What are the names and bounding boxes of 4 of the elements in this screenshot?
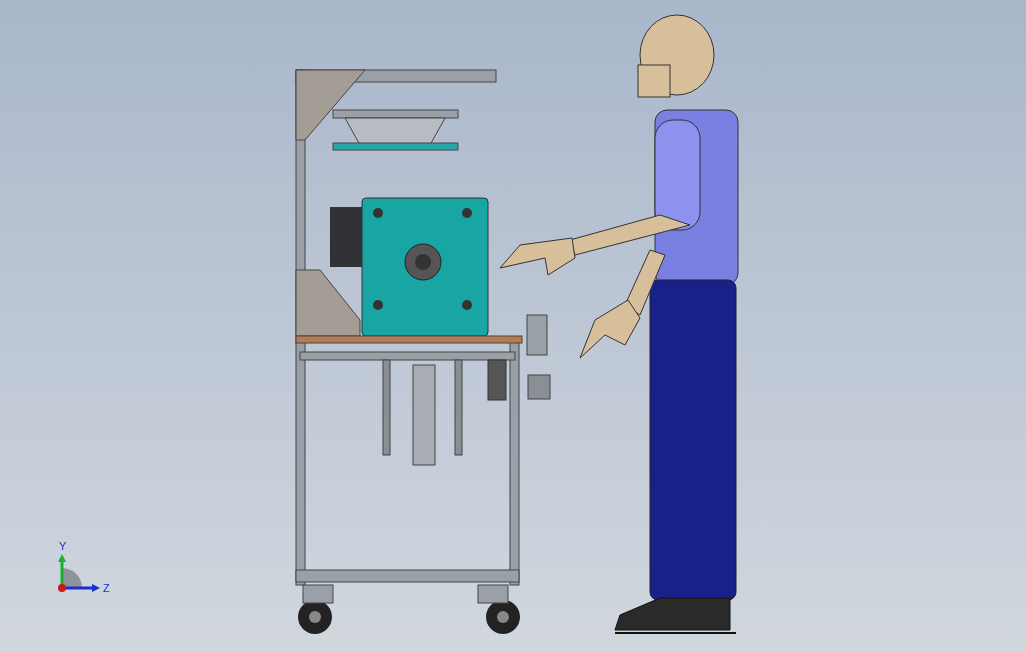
axis-label: Y	[59, 540, 67, 552]
triad-arc-drawing	[62, 568, 82, 588]
origin-dot-icon	[58, 584, 66, 592]
axis-label: Z	[103, 582, 110, 594]
